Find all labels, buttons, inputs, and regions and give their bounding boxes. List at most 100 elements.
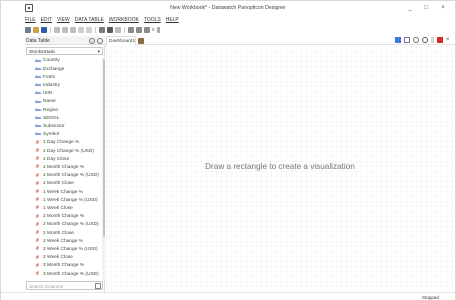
print-icon[interactable] bbox=[128, 26, 134, 33]
column-item[interactable]: #1 Month Change % bbox=[25, 164, 101, 172]
menu-edit[interactable]: EDIT bbox=[41, 16, 52, 24]
column-label: ISIN bbox=[43, 91, 53, 97]
cut-icon[interactable] bbox=[54, 26, 60, 33]
column-item[interactable]: Abc Symbol bbox=[25, 131, 101, 139]
copy-icon[interactable] bbox=[62, 26, 68, 33]
maximize-button[interactable]: □ bbox=[421, 4, 431, 12]
data-table-select[interactable]: StocksStatic ▾ bbox=[26, 47, 103, 55]
minimize-button[interactable]: _ bbox=[405, 4, 415, 12]
new-icon[interactable] bbox=[25, 26, 31, 33]
column-item[interactable]: #1 Day Close bbox=[25, 155, 101, 163]
column-item[interactable]: #2 Week Change % bbox=[25, 237, 101, 245]
select-pointer-icon[interactable] bbox=[395, 37, 401, 43]
tab-dashboard1[interactable]: Dashboard1 bbox=[106, 36, 136, 45]
column-label: 2 Month Close bbox=[43, 230, 74, 236]
redo-icon[interactable] bbox=[115, 26, 121, 33]
column-item[interactable]: Abc SEDOL bbox=[25, 114, 101, 122]
column-item[interactable]: Abc Industry bbox=[25, 82, 101, 90]
column-item[interactable]: #1 Week Close bbox=[25, 205, 101, 213]
undo-icon[interactable] bbox=[107, 26, 113, 33]
column-label: Symbol bbox=[43, 132, 59, 138]
column-label: Fonts bbox=[43, 74, 55, 80]
column-item[interactable]: Abc Fonts bbox=[25, 73, 101, 81]
column-item[interactable]: #3 Month Change % bbox=[25, 262, 101, 270]
column-item[interactable]: Abc Exchange bbox=[25, 65, 101, 73]
add-data-table-button[interactable]: + bbox=[89, 37, 95, 44]
column-list-scrollbar[interactable] bbox=[102, 57, 105, 280]
panel-header: Data Table + - bbox=[25, 36, 105, 45]
menu-view[interactable]: VIEW bbox=[57, 16, 70, 24]
layout-icon[interactable] bbox=[136, 26, 142, 33]
column-item[interactable]: Abc Subsector bbox=[25, 123, 101, 131]
search-placeholder: Search Columns bbox=[29, 284, 63, 289]
close-button[interactable]: × bbox=[438, 4, 448, 12]
column-item[interactable]: #2 Month Change % bbox=[25, 213, 101, 221]
add-dashboard-icon[interactable] bbox=[138, 37, 144, 44]
column-label: 1 Day Change % bbox=[43, 140, 80, 146]
toolbar-divider bbox=[50, 26, 51, 33]
delete-icon[interactable] bbox=[78, 26, 84, 33]
column-label: 1 Month Close bbox=[43, 181, 74, 187]
menu-bar: FILE EDIT VIEW DATA TABLE WORKBOOK TOOLS… bbox=[25, 16, 179, 24]
column-label: 1 Month Change % (USD) bbox=[43, 173, 99, 179]
text-type-icon: Abc bbox=[35, 99, 42, 104]
lightning-icon[interactable] bbox=[99, 26, 105, 33]
column-label: 1 Week Change % (USD) bbox=[43, 197, 98, 203]
numeric-type-icon: # bbox=[36, 270, 39, 277]
numeric-type-icon: # bbox=[36, 156, 39, 163]
column-item[interactable]: Abc Name bbox=[25, 98, 101, 106]
data-table-select-value: StocksStatic bbox=[29, 49, 56, 55]
numeric-type-icon: # bbox=[36, 229, 39, 236]
duplicate-icon[interactable] bbox=[86, 26, 92, 33]
column-item[interactable]: #1 Week Change % (USD) bbox=[25, 196, 101, 204]
column-item[interactable]: #1 Day Change % (USD) bbox=[25, 147, 101, 155]
column-item[interactable]: #2 Month Close bbox=[25, 229, 101, 237]
numeric-type-icon: # bbox=[36, 197, 39, 204]
column-label: Country bbox=[43, 58, 60, 64]
column-item[interactable]: Abc Region bbox=[25, 106, 101, 114]
filter-icon[interactable] bbox=[144, 26, 150, 33]
save-icon[interactable] bbox=[41, 26, 47, 33]
column-label: 1 Day Change % (USD) bbox=[43, 148, 94, 154]
menu-file[interactable]: FILE bbox=[25, 16, 36, 24]
column-item[interactable]: #1 Month Close bbox=[25, 180, 101, 188]
zoom-slider[interactable] bbox=[156, 26, 160, 33]
search-icon[interactable] bbox=[95, 283, 101, 289]
menu-data-table[interactable]: DATA TABLE bbox=[75, 16, 104, 24]
column-label: 2 Month Change % (USD) bbox=[43, 222, 99, 228]
menu-help[interactable]: HELP bbox=[166, 16, 179, 24]
column-item[interactable]: Abc ISIN bbox=[25, 90, 101, 98]
refresh-icon[interactable] bbox=[422, 37, 428, 43]
text-type-icon: Abc bbox=[35, 83, 42, 88]
numeric-type-icon: # bbox=[36, 188, 39, 195]
column-label: 2 Week Close bbox=[43, 255, 73, 261]
column-label: 1 Week Change % bbox=[43, 189, 83, 195]
zoom-icon[interactable] bbox=[413, 37, 419, 43]
column-item[interactable]: #2 Week Change % (USD) bbox=[25, 246, 101, 254]
column-item[interactable]: #1 Week Change % bbox=[25, 188, 101, 196]
remove-data-table-button[interactable]: - bbox=[97, 37, 103, 44]
dashboard-canvas[interactable]: Draw a rectangle to create a visualizati… bbox=[106, 46, 454, 291]
column-item[interactable]: #1 Month Change % (USD) bbox=[25, 172, 101, 180]
pdf-export-icon[interactable] bbox=[437, 37, 443, 43]
search-columns-input[interactable]: Search Columns bbox=[26, 281, 103, 290]
open-icon[interactable] bbox=[33, 26, 39, 33]
scrollbar-thumb[interactable] bbox=[102, 59, 105, 237]
chevron-down-icon: ▾ bbox=[97, 48, 100, 55]
numeric-type-icon: # bbox=[36, 254, 39, 261]
column-item[interactable]: Abc Country bbox=[25, 57, 101, 65]
numeric-type-icon: # bbox=[36, 139, 39, 146]
numeric-type-icon: # bbox=[36, 147, 39, 154]
menu-workbook[interactable]: WORKBOOK bbox=[109, 16, 139, 24]
numeric-type-icon: # bbox=[36, 238, 39, 245]
snap-grid-icon[interactable] bbox=[431, 37, 434, 43]
close-dashboard-icon[interactable]: × bbox=[446, 37, 452, 43]
paste-icon[interactable] bbox=[70, 26, 76, 33]
menu-tools[interactable]: TOOLS bbox=[144, 16, 161, 24]
column-item[interactable]: #1 Day Change % bbox=[25, 139, 101, 147]
fit-page-icon[interactable] bbox=[404, 37, 410, 43]
column-label: 3 Month Change % bbox=[43, 263, 85, 269]
column-item[interactable]: #2 Week Close bbox=[25, 254, 101, 262]
column-item[interactable]: #3 Month Change % (USD) bbox=[25, 270, 101, 278]
column-item[interactable]: #2 Month Change % (USD) bbox=[25, 221, 101, 229]
